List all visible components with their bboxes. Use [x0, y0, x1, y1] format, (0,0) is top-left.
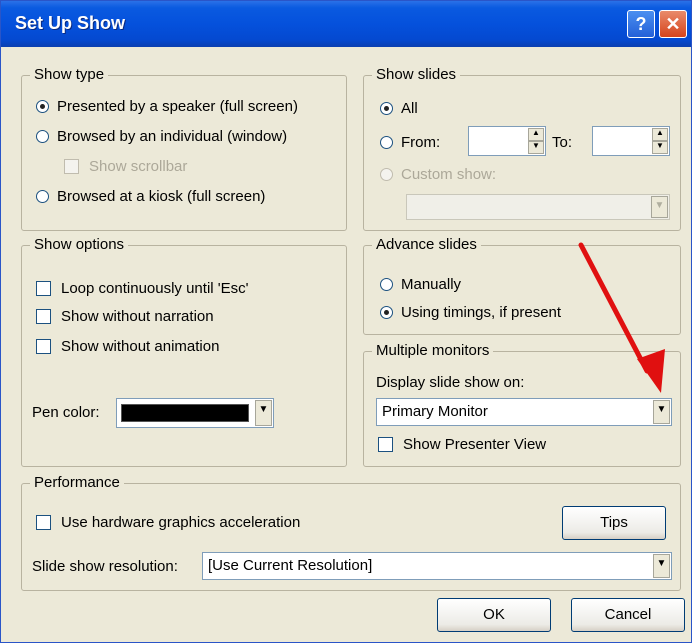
advance-slides-group: Advance slides Manually Using timings, i…	[363, 236, 681, 335]
spin-down-icon[interactable]: ▼	[652, 141, 668, 154]
show-type-group: Show type Presented by a speaker (full s…	[21, 66, 347, 231]
radio-label: Manually	[401, 276, 462, 293]
radio-presented-by-speaker[interactable]: Presented by a speaker (full screen)	[36, 98, 298, 115]
spin-up-icon[interactable]: ▲	[652, 128, 668, 141]
pen-color-swatch	[121, 404, 249, 422]
show-options-group: Show options Loop continuously until 'Es…	[21, 236, 347, 467]
show-presenter-view-checkbox[interactable]: Show Presenter View	[378, 436, 546, 453]
show-slides-legend: Show slides	[372, 66, 461, 83]
chevron-down-icon[interactable]: ▼	[653, 400, 670, 424]
to-label: To:	[552, 134, 573, 151]
radio-button-icon[interactable]	[36, 190, 49, 203]
without-animation-checkbox[interactable]: Show without animation	[36, 338, 219, 355]
radio-from-slide[interactable]: From:	[380, 134, 440, 151]
radio-label: Browsed by an individual (window)	[57, 128, 288, 145]
custom-show-dropdown[interactable]: ▼	[406, 194, 670, 220]
checkbox-icon[interactable]	[378, 437, 393, 452]
radio-button-icon[interactable]	[380, 136, 393, 149]
display-slide-show-on-label: Display slide show on:	[376, 374, 525, 391]
chevron-down-icon[interactable]: ▼	[651, 196, 668, 218]
radio-browsed-at-kiosk[interactable]: Browsed at a kiosk (full screen)	[36, 188, 265, 205]
from-spinbox[interactable]: ▲ ▼	[468, 126, 546, 156]
radio-all-slides[interactable]: All	[380, 100, 418, 117]
radio-label: From:	[401, 134, 441, 151]
display-monitor-value: Primary Monitor	[382, 403, 488, 420]
tips-button[interactable]: Tips	[562, 506, 666, 540]
advance-slides-legend: Advance slides	[372, 236, 481, 253]
from-spin-buttons[interactable]: ▲ ▼	[528, 128, 544, 154]
checkbox-label: Use hardware graphics acceleration	[61, 514, 301, 531]
show-type-legend: Show type	[30, 66, 109, 83]
slide-show-resolution-label: Slide show resolution:	[32, 558, 178, 575]
set-up-show-dialog: Set Up Show ? ✕ Show type Presented by a…	[0, 0, 692, 643]
radio-manually[interactable]: Manually	[380, 276, 461, 293]
checkbox-icon[interactable]	[36, 339, 51, 354]
checkbox-label: Show without narration	[61, 308, 214, 325]
loop-continuously-checkbox[interactable]: Loop continuously until 'Esc'	[36, 280, 249, 297]
show-options-legend: Show options	[30, 236, 129, 253]
show-scrollbar-checkbox[interactable]: Show scrollbar	[64, 158, 187, 175]
performance-group: Performance Use hardware graphics accele…	[21, 474, 681, 591]
checkbox-label: Show without animation	[61, 338, 220, 355]
resolution-value: [Use Current Resolution]	[208, 557, 373, 574]
show-slides-group: Show slides All From: ▲ ▼ To: ▲ ▼ Custom…	[363, 66, 681, 231]
radio-label: Custom show:	[401, 166, 497, 183]
to-spin-buttons[interactable]: ▲ ▼	[652, 128, 668, 154]
radio-button-icon[interactable]	[380, 102, 393, 115]
checkbox-icon[interactable]	[36, 309, 51, 324]
radio-label: Presented by a speaker (full screen)	[57, 98, 298, 115]
checkbox-label: Show Presenter View	[403, 436, 547, 453]
radio-label: Browsed at a kiosk (full screen)	[57, 188, 266, 205]
chevron-down-icon[interactable]: ▼	[653, 554, 670, 578]
multiple-monitors-group: Multiple monitors Display slide show on:…	[363, 342, 681, 467]
spin-down-icon[interactable]: ▼	[528, 141, 544, 154]
checkbox-label: Loop continuously until 'Esc'	[61, 280, 249, 297]
spin-up-icon[interactable]: ▲	[528, 128, 544, 141]
hardware-acceleration-checkbox[interactable]: Use hardware graphics acceleration	[36, 514, 300, 531]
radio-button-icon[interactable]	[380, 168, 393, 181]
radio-label: All	[401, 100, 418, 117]
radio-browsed-by-individual[interactable]: Browsed by an individual (window)	[36, 128, 287, 145]
radio-button-icon[interactable]	[36, 100, 49, 113]
chevron-down-icon[interactable]: ▼	[255, 400, 272, 426]
radio-label: Using timings, if present	[401, 304, 562, 321]
multiple-monitors-legend: Multiple monitors	[372, 342, 494, 359]
display-monitor-dropdown[interactable]: Primary Monitor ▼	[376, 398, 672, 426]
without-narration-checkbox[interactable]: Show without narration	[36, 308, 214, 325]
cancel-button[interactable]: Cancel	[571, 598, 685, 632]
checkbox-icon[interactable]	[64, 159, 79, 174]
ok-button[interactable]: OK	[437, 598, 551, 632]
pen-color-label: Pen color:	[32, 404, 100, 421]
radio-custom-show[interactable]: Custom show:	[380, 166, 496, 183]
performance-legend: Performance	[30, 474, 124, 491]
radio-button-icon[interactable]	[380, 278, 393, 291]
resolution-dropdown[interactable]: [Use Current Resolution] ▼	[202, 552, 672, 580]
pen-color-dropdown[interactable]: ▼	[116, 398, 274, 428]
checkbox-label: Show scrollbar	[89, 158, 188, 175]
radio-using-timings[interactable]: Using timings, if present	[380, 304, 561, 321]
close-button[interactable]: ✕	[659, 10, 687, 38]
checkbox-icon[interactable]	[36, 281, 51, 296]
radio-button-icon[interactable]	[36, 130, 49, 143]
radio-button-icon[interactable]	[380, 306, 393, 319]
help-button[interactable]: ?	[627, 10, 655, 38]
dialog-title: Set Up Show	[15, 13, 126, 33]
checkbox-icon[interactable]	[36, 515, 51, 530]
title-bar[interactable]: Set Up Show ? ✕	[1, 1, 691, 47]
to-spinbox[interactable]: ▲ ▼	[592, 126, 670, 156]
